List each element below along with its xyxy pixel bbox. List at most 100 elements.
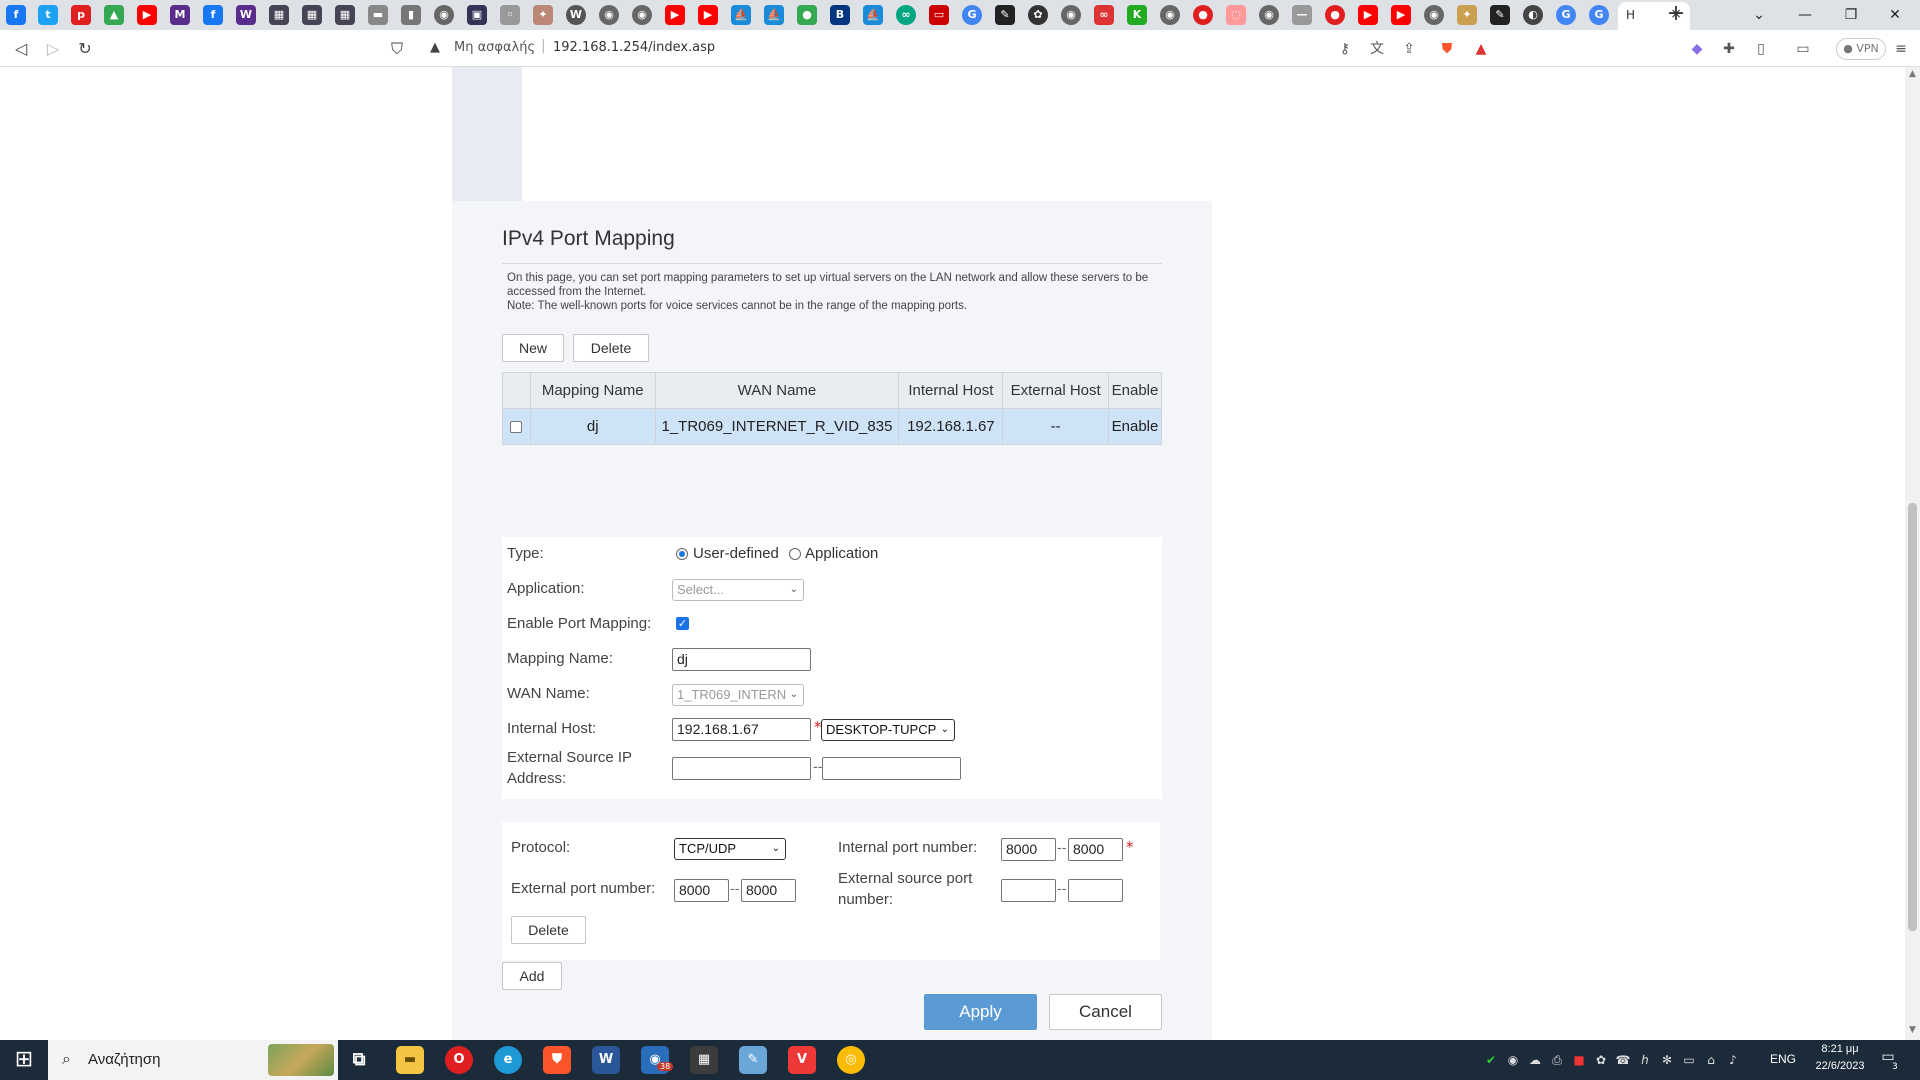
m-tab-icon[interactable]: M <box>170 5 190 25</box>
tab-search-icon[interactable]: ⌄ <box>1744 4 1774 26</box>
language-indicator[interactable]: ENG <box>1770 1052 1796 1066</box>
taskbar-search[interactable]: ⌕ Αναζήτηση <box>48 1040 338 1080</box>
w-tab-icon[interactable]: W <box>236 5 256 25</box>
sail-tab-icon[interactable]: ⛵ <box>863 5 883 25</box>
sail-tab-icon[interactable]: ⛵ <box>764 5 784 25</box>
tray-icon[interactable]: ✿ <box>1593 1052 1609 1068</box>
google-tab-icon[interactable]: G <box>1589 5 1609 25</box>
tray-icon[interactable]: ◉ <box>1505 1052 1521 1068</box>
scroll-thumb[interactable] <box>1908 503 1917 931</box>
volume-icon[interactable]: ♪ <box>1725 1052 1741 1068</box>
brave-rewards-icon[interactable]: ▲ <box>1470 38 1492 60</box>
notes-icon[interactable]: ✎ <box>739 1046 767 1074</box>
google-tab-icon[interactable]: G <box>962 5 982 25</box>
external-source-ip-start-input[interactable] <box>672 757 811 780</box>
brave-shield-icon[interactable]: ⛊ <box>1436 38 1458 60</box>
printer-tray-icon[interactable]: ⎙ <box>1549 1052 1565 1068</box>
youtube-tab-icon[interactable]: ▶ <box>1358 5 1378 25</box>
page-scrollbar[interactable]: ▲ ▼ <box>1905 67 1920 1040</box>
globe-tab-icon[interactable]: ◉ <box>599 5 619 25</box>
internal-port-start-input[interactable]: 8000 <box>1001 838 1056 861</box>
edge-icon[interactable]: e <box>494 1046 522 1074</box>
tab-icon[interactable]: ▣ <box>467 5 487 25</box>
internal-port-end-input[interactable]: 8000 <box>1068 838 1123 861</box>
minimize-icon[interactable]: — <box>1790 4 1820 26</box>
clock-time[interactable]: 8:21 μμ <box>1810 1043 1870 1055</box>
tab-icon[interactable]: ● <box>1325 5 1345 25</box>
mapping-name-input[interactable]: dj <box>672 648 811 671</box>
scroll-up-icon[interactable]: ▲ <box>1905 69 1920 79</box>
security-tray-icon[interactable]: ✔ <box>1483 1052 1499 1068</box>
tab-icon[interactable]: ✦ <box>1457 5 1477 25</box>
vpn-button[interactable]: ● VPN <box>1836 38 1886 60</box>
type-user-defined-radio[interactable] <box>676 548 688 560</box>
qr-tab-icon[interactable]: ▦ <box>302 5 322 25</box>
opera-icon[interactable]: O <box>445 1046 473 1074</box>
wordpress-tab-icon[interactable]: W <box>566 5 586 25</box>
vivaldi-icon[interactable]: V <box>788 1046 816 1074</box>
facebook-tab-icon[interactable]: f <box>6 5 26 25</box>
chrome-icon[interactable]: ◎ <box>837 1046 865 1074</box>
drive-tab-icon[interactable]: ▲ <box>104 5 124 25</box>
apply-button[interactable]: Apply <box>924 994 1037 1030</box>
tab-icon[interactable]: ▮ <box>401 5 421 25</box>
maps-tab-icon[interactable]: ● <box>797 5 817 25</box>
close-window-icon[interactable]: ✕ <box>1880 4 1910 26</box>
file-explorer-icon[interactable]: ▬ <box>396 1046 424 1074</box>
row-select-cell[interactable] <box>502 408 531 445</box>
youtube-tab-icon[interactable]: ▶ <box>1391 5 1411 25</box>
globe-tab-icon[interactable]: ◉ <box>434 5 454 25</box>
protocol-select[interactable]: TCP/UDP ⌄ <box>674 838 786 860</box>
external-source-port-start-input[interactable] <box>1001 879 1056 902</box>
openai-tab-icon[interactable]: ✿ <box>1028 5 1048 25</box>
globe-tab-icon[interactable]: ◉ <box>1259 5 1279 25</box>
calculator-icon[interactable]: ▦ <box>690 1046 718 1074</box>
menu-icon[interactable]: ≡ <box>1890 38 1912 60</box>
youtube-tab-icon[interactable]: ▶ <box>665 5 685 25</box>
tab-icon[interactable]: ✎ <box>1490 5 1510 25</box>
internal-host-device-select[interactable]: DESKTOP-TUPCP ⌄ <box>821 719 955 741</box>
sail-tab-icon[interactable]: ⛵ <box>731 5 751 25</box>
tab-icon[interactable]: ▬ <box>368 5 388 25</box>
booking-tab-icon[interactable]: B <box>830 5 850 25</box>
tab-icon[interactable]: ✎ <box>995 5 1015 25</box>
restore-icon[interactable]: ❐ <box>1836 4 1866 26</box>
hp-tray-icon[interactable]: ℎ <box>1637 1052 1653 1068</box>
tab-icon[interactable]: ✦ <box>533 5 553 25</box>
add-port-button[interactable]: Add <box>502 962 562 990</box>
youtube-tab-icon[interactable]: ▶ <box>698 5 718 25</box>
news-tab-icon[interactable]: ▭ <box>929 5 949 25</box>
back-icon[interactable]: ◁ <box>10 38 32 60</box>
external-source-port-end-input[interactable] <box>1068 879 1123 902</box>
clock-date[interactable]: 22/6/2023 <box>1810 1060 1870 1072</box>
enable-port-mapping-checkbox[interactable]: ✓ <box>676 617 689 630</box>
extensions-icon[interactable]: ✚ <box>1718 38 1740 60</box>
youtube-tab-icon[interactable]: ▶ <box>137 5 157 25</box>
tray-icon[interactable]: ✻ <box>1659 1052 1675 1068</box>
twitter-tab-icon[interactable]: t <box>38 5 58 25</box>
wallet-icon[interactable]: ◆ <box>1686 38 1708 60</box>
scroll-down-icon[interactable]: ▼ <box>1905 1025 1920 1035</box>
external-port-end-input[interactable]: 8000 <box>741 879 796 902</box>
wallet-notification-icon[interactable]: ▭ <box>1792 38 1814 60</box>
key-icon[interactable]: ⚷ <box>1334 38 1356 60</box>
tab-icon[interactable]: ◌ <box>1226 5 1246 25</box>
type-application-radio[interactable] <box>789 548 801 560</box>
tab-icon[interactable]: ● <box>1193 5 1213 25</box>
qr-tab-icon[interactable]: ▦ <box>335 5 355 25</box>
delete-port-button[interactable]: Delete <box>511 916 586 944</box>
warning-icon[interactable]: ▲ <box>430 40 440 55</box>
cloud-tray-icon[interactable]: ☁ <box>1527 1052 1543 1068</box>
application-select[interactable]: Select... ⌄ <box>672 579 804 601</box>
wan-name-select[interactable]: 1_TR069_INTERN ⌄ <box>672 684 804 706</box>
tray-icon[interactable]: ■ <box>1571 1052 1587 1068</box>
word-icon[interactable]: W <box>592 1046 620 1074</box>
viber-tray-icon[interactable]: ☎ <box>1615 1052 1631 1068</box>
globe-tab-icon[interactable]: ◉ <box>1061 5 1081 25</box>
internal-host-input[interactable]: 192.168.1.67 <box>672 718 811 741</box>
forward-icon[interactable]: ▷ <box>42 38 64 60</box>
cancel-button[interactable]: Cancel <box>1049 994 1162 1030</box>
external-source-ip-end-input[interactable] <box>822 757 961 780</box>
tripadvisor-tab-icon[interactable]: ∞ <box>896 5 916 25</box>
tab-icon[interactable]: — <box>1292 5 1312 25</box>
